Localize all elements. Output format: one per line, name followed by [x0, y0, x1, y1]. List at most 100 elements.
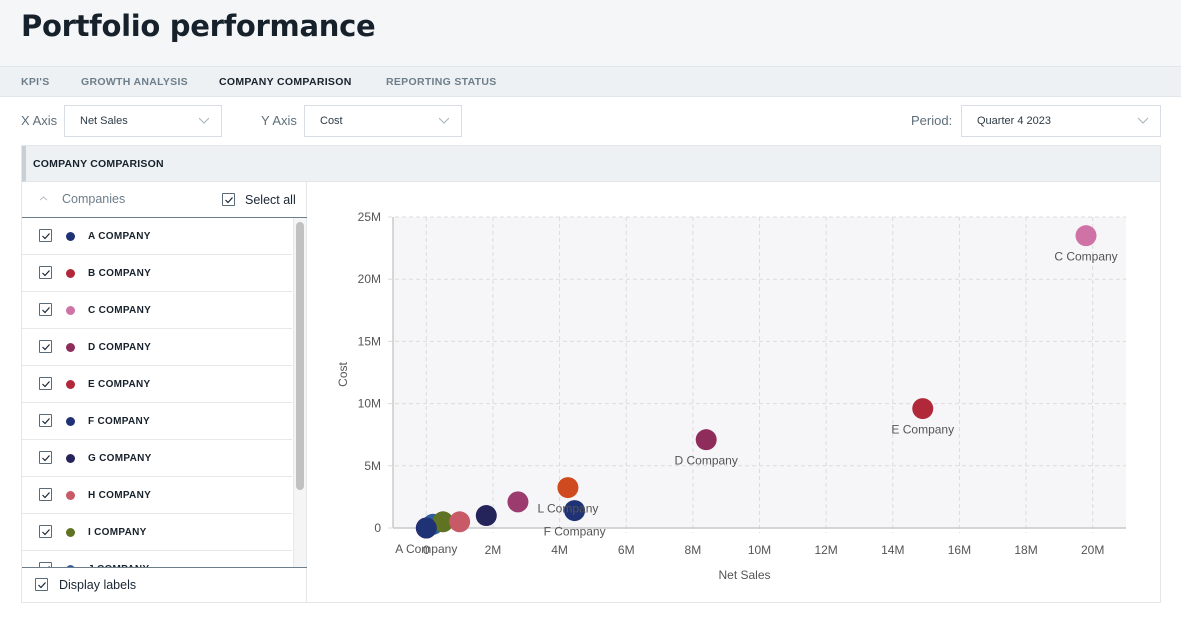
y-tick-label: 20M	[358, 272, 381, 286]
checkmark-icon	[42, 344, 50, 351]
y-axis-select[interactable]: Cost	[304, 105, 462, 137]
tab-kpis[interactable]: KPI'S	[21, 76, 50, 88]
company-list-item[interactable]: C COMPANY	[22, 292, 292, 329]
checkmark-icon	[38, 582, 46, 589]
checkmark-icon	[42, 455, 50, 462]
x-tick-label: 2M	[485, 543, 502, 557]
company-color-dot	[66, 380, 75, 389]
select-all-checkbox[interactable]	[222, 193, 235, 206]
period-select[interactable]: Quarter 4 2023	[961, 105, 1161, 137]
y-tick-label: 25M	[358, 210, 381, 224]
y-axis-title: Cost	[336, 362, 350, 387]
company-checkbox[interactable]	[39, 229, 52, 242]
data-point-label: F Company	[544, 525, 606, 539]
page-header: Portfolio performance	[0, 0, 1181, 66]
x-tick-label: 14M	[881, 543, 904, 557]
company-checkbox[interactable]	[39, 451, 52, 464]
company-name: F COMPANY	[88, 416, 150, 427]
company-name: I COMPANY	[88, 527, 147, 538]
company-color-dot	[66, 417, 75, 426]
company-checkbox[interactable]	[39, 303, 52, 316]
x-tick-label: 6M	[618, 543, 635, 557]
x-tick-label: 18M	[1014, 543, 1037, 557]
company-checkbox[interactable]	[39, 377, 52, 390]
checkmark-icon	[42, 418, 50, 425]
card-title: COMPANY COMPARISON	[33, 158, 164, 170]
card-header: COMPANY COMPARISON	[22, 146, 1160, 182]
company-color-dot	[66, 491, 75, 500]
tab-bar: KPI'S GROWTH ANALYSIS COMPANY COMPARISON…	[0, 66, 1181, 97]
company-list-item[interactable]: H COMPANY	[22, 477, 292, 514]
company-color-dot	[66, 269, 75, 278]
company-color-dot	[66, 232, 75, 241]
y-tick-label: 10M	[358, 397, 381, 411]
scatter-chart-svg: 05M10M15M20M25M0 2M 4M 6M 8M 10M 12M 14M 16M 18M 2…	[336, 210, 1126, 582]
company-checkbox[interactable]	[39, 525, 52, 538]
checkmark-icon	[42, 492, 50, 499]
companies-list: A COMPANY B COMPANY C COMPANY D COMPANY E CO…	[22, 218, 307, 567]
tab-company-comparison[interactable]: COMPANY COMPARISON	[219, 76, 352, 88]
company-list-item[interactable]: I COMPANY	[22, 514, 292, 551]
scrollbar-thumb[interactable]	[296, 222, 304, 490]
company-checkbox[interactable]	[39, 414, 52, 427]
data-point	[475, 505, 497, 527]
companies-panel: Companies Select all A COMPANY B COMPANY C…	[22, 182, 307, 603]
x-tick-label: 20M	[1081, 543, 1104, 557]
data-point	[507, 491, 529, 513]
page-title: Portfolio performance	[21, 9, 376, 43]
period-select-value: Quarter 4 2023	[977, 115, 1051, 127]
display-labels-checkbox[interactable]	[35, 578, 48, 591]
company-color-dot	[66, 528, 75, 537]
data-point	[415, 517, 437, 539]
y-axis-label: Y Axis	[261, 113, 297, 128]
company-list-item[interactable]: J COMPANY	[22, 551, 292, 567]
x-tick-label: 16M	[948, 543, 971, 557]
company-list-item[interactable]: E COMPANY	[22, 366, 292, 403]
company-name: E COMPANY	[88, 379, 151, 390]
company-checkbox[interactable]	[39, 266, 52, 279]
checkmark-icon	[225, 197, 233, 204]
companies-scrollbar[interactable]	[293, 218, 306, 567]
x-tick-label: 12M	[814, 543, 837, 557]
companies-title: Companies	[62, 192, 126, 206]
company-checkbox[interactable]	[39, 488, 52, 501]
data-point-label: A Company	[395, 542, 457, 556]
company-name: B COMPANY	[88, 268, 152, 279]
x-tick-label: 10M	[748, 543, 771, 557]
company-name: D COMPANY	[88, 342, 152, 353]
y-tick-label: 5M	[364, 459, 381, 473]
company-name: C COMPANY	[88, 305, 152, 316]
x-axis-label: X Axis	[21, 113, 58, 128]
company-checkbox[interactable]	[39, 340, 52, 353]
display-labels-row[interactable]: Display labels	[22, 568, 307, 603]
company-color-dot	[66, 306, 75, 315]
company-comparison-card: COMPANY COMPARISON Companies Select all …	[21, 145, 1161, 603]
data-point	[449, 511, 471, 533]
company-list-item[interactable]: A COMPANY	[22, 218, 292, 255]
company-name: H COMPANY	[88, 490, 152, 501]
tab-reporting-status[interactable]: REPORTING STATUS	[386, 76, 497, 88]
tab-growth-analysis[interactable]: GROWTH ANALYSIS	[81, 76, 188, 88]
chevron-down-icon	[199, 117, 209, 124]
company-color-dot	[66, 343, 75, 352]
company-list-item[interactable]: D COMPANY	[22, 329, 292, 366]
data-point	[557, 477, 579, 499]
company-list-item[interactable]: B COMPANY	[22, 255, 292, 292]
company-list-item[interactable]: F COMPANY	[22, 403, 292, 440]
select-all-label: Select all	[245, 193, 296, 207]
y-axis-select-value: Cost	[320, 115, 343, 127]
x-tick-label: 4M	[551, 543, 568, 557]
data-point	[1075, 225, 1097, 247]
chevron-down-icon	[439, 117, 449, 124]
chevron-down-icon	[1138, 117, 1148, 124]
x-axis-select[interactable]: Net Sales	[64, 105, 222, 137]
data-point	[695, 429, 717, 451]
checkmark-icon	[42, 270, 50, 277]
y-tick-label: 0	[374, 521, 381, 535]
company-name: G COMPANY	[88, 453, 152, 464]
period-label: Period:	[911, 113, 953, 128]
checkmark-icon	[42, 233, 50, 240]
scatter-chart: 0 5M 10M 15M 20M 25M 0 2M 4M 6M 8M 10M 12M 14M 16M 18M 2…	[308, 182, 1160, 603]
chevron-up-icon[interactable]	[39, 194, 48, 203]
company-list-item[interactable]: G COMPANY	[22, 440, 292, 477]
